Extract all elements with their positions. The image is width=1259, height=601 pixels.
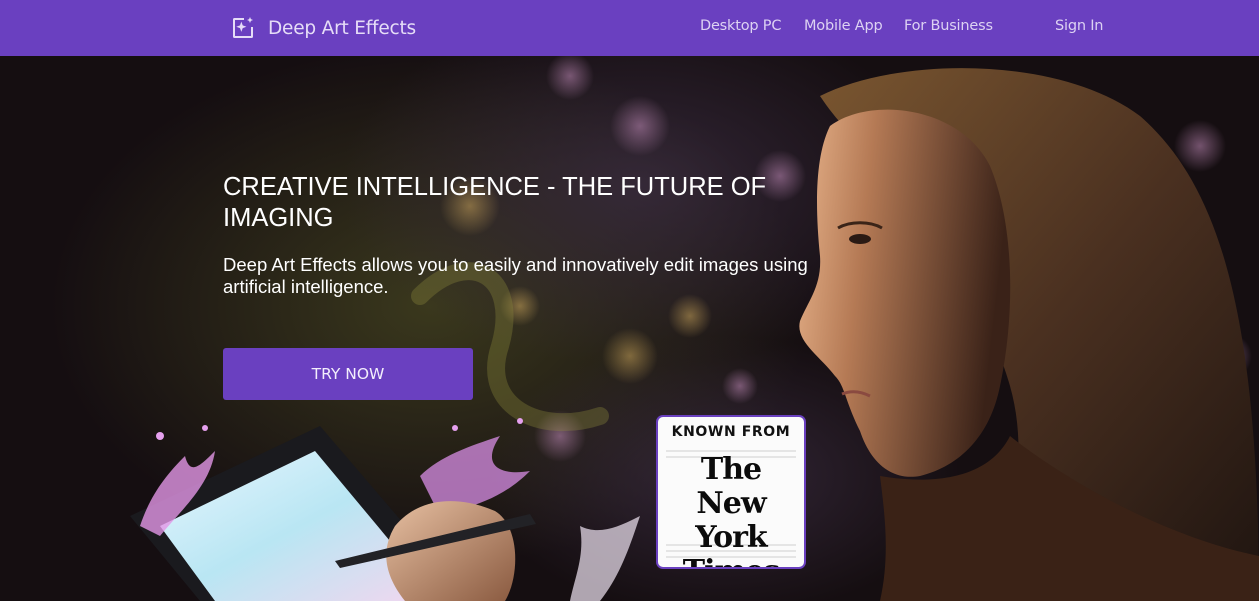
known-from-heading: KNOWN FROM xyxy=(671,424,791,440)
known-from-badge: KNOWN FROM TheNew YorkTimes xyxy=(656,415,806,569)
top-navigation-bar: Deep Art Effects Desktop PC Mobile App F… xyxy=(0,0,1259,56)
brand-home-link[interactable]: Deep Art Effects xyxy=(231,15,416,41)
hero-headline: CREATIVE INTELLIGENCE - THE FUTURE OF IM… xyxy=(223,173,767,232)
hero-subline: Deep Art Effects allows you to easily an… xyxy=(223,254,808,297)
brand-name: Deep Art Effects xyxy=(268,17,416,39)
nav-link-for-business[interactable]: For Business xyxy=(904,18,993,34)
try-now-button[interactable]: TRY NOW xyxy=(223,348,473,400)
sparkle-frame-icon xyxy=(233,17,253,38)
nav-link-mobile-app[interactable]: Mobile App xyxy=(804,18,883,34)
hero-section: CREATIVE INTELLIGENCE - THE FUTURE OF IM… xyxy=(0,56,1259,601)
new-york-times-logo: TheNew YorkTimes xyxy=(683,452,780,568)
sign-in-link[interactable]: Sign In xyxy=(1055,18,1104,34)
nav-link-desktop-pc[interactable]: Desktop PC xyxy=(700,18,781,34)
hero-background-image xyxy=(0,56,1259,601)
